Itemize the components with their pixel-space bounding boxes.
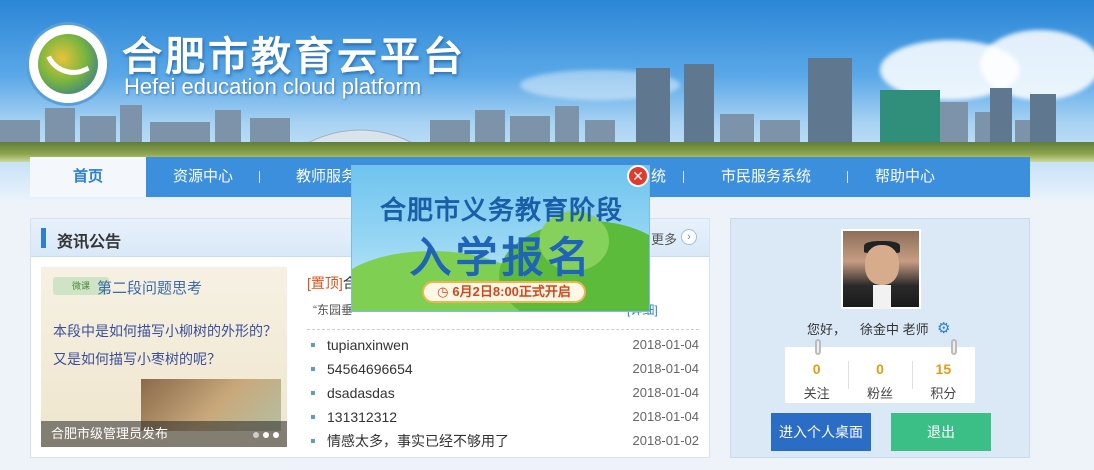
stat-value: 15 xyxy=(935,361,952,377)
close-icon[interactable]: ✕ xyxy=(627,165,649,187)
stat-value: 0 xyxy=(812,361,821,377)
news-list: tupianxinwen 2018-01-04 54564696654 2018-0… xyxy=(307,333,699,453)
gear-icon[interactable]: ⚙ xyxy=(937,319,950,337)
enrollment-popup[interactable]: 合肥市义务教育阶段 入学报名 ◷ 6月2日8:00正式开启 xyxy=(351,165,650,312)
nav-item-label: 首页 xyxy=(72,168,103,185)
list-item[interactable]: 131312312 2018-01-04 xyxy=(307,405,699,429)
pinned-tag: [置顶] xyxy=(307,275,343,291)
user-panel: 您好， 徐金中 老师 ⚙ 0 关注 0 粉丝 15 积分 进入个人桌面 退出 xyxy=(730,218,1030,458)
site-subtitle: Hefei education cloud platform xyxy=(124,74,422,99)
list-item[interactable]: dsadasdas 2018-01-04 xyxy=(307,381,699,405)
popup-title: 合肥市义务教育阶段 xyxy=(379,195,623,225)
carousel-dot[interactable] xyxy=(253,432,259,438)
slide-caption[interactable]: 合肥市级管理员发布 xyxy=(41,421,287,447)
stat-label: 关注 xyxy=(803,386,830,401)
news-item-title: tupianxinwen xyxy=(327,337,409,353)
news-carousel[interactable]: 微课 第二段问题思考 本段中是如何描写小柳树的外形的？又是如何描写小枣树的呢？ … xyxy=(41,267,287,447)
news-panel-title: 资讯公告 xyxy=(57,234,122,251)
nav-item-label: 教师服务 xyxy=(296,168,357,185)
nav-item-label: 资源中心 xyxy=(172,168,233,185)
bullet-icon xyxy=(311,367,315,371)
news-item-date: 2018-01-04 xyxy=(632,409,700,424)
user-role: 老师 xyxy=(902,322,929,337)
bullet-icon xyxy=(311,415,315,419)
news-item-date: 2018-01-02 xyxy=(632,433,700,448)
news-item-title: 54564696654 xyxy=(327,361,413,377)
avatar[interactable] xyxy=(841,229,921,309)
news-item-title: 情感太多，事实已经不够用了 xyxy=(327,433,509,449)
avatar-face xyxy=(865,245,899,285)
more-link[interactable]: 更多 xyxy=(651,229,677,248)
nav-item-label: 市民服务系统 xyxy=(720,168,811,185)
bullet-icon xyxy=(311,391,315,395)
nav-item-resources[interactable]: 资源中心 xyxy=(146,157,260,197)
news-item-title: 131312312 xyxy=(327,409,398,425)
user-name: 徐金中 xyxy=(860,322,900,337)
header-accent-bar xyxy=(41,228,46,248)
user-greeting: 您好， 徐金中 老师 xyxy=(807,319,929,338)
carousel-dot[interactable] xyxy=(273,432,279,438)
stat-label: 积分 xyxy=(930,386,957,401)
list-item[interactable]: 54564696654 2018-01-04 xyxy=(307,357,699,381)
stat-points[interactable]: 15 积分 xyxy=(911,347,975,403)
avatar-shirt xyxy=(873,285,891,309)
bullet-icon xyxy=(311,439,315,443)
clock-icon: ◷ xyxy=(437,284,449,299)
pinned-news-desc: “东园垂 xyxy=(313,303,353,317)
logo[interactable] xyxy=(26,22,110,106)
stat-follow[interactable]: 0 关注 xyxy=(785,347,848,403)
popup-headline: 入学报名 xyxy=(409,234,594,281)
carousel-dots xyxy=(253,432,279,438)
nav-item-help-center[interactable]: 帮助中心 xyxy=(848,157,962,197)
popup-date-badge: ◷ 6月2日8:00正式开启 xyxy=(422,281,586,303)
nav-item-label: 帮助中心 xyxy=(874,168,935,185)
nav-item-home[interactable]: 首页 xyxy=(30,157,146,197)
greeting-text: 您好， xyxy=(807,322,847,337)
stat-label: 粉丝 xyxy=(866,386,893,401)
personal-desktop-button[interactable]: 进入个人桌面 xyxy=(771,413,871,451)
stat-fans[interactable]: 0 粉丝 xyxy=(848,347,911,403)
slide-heading: 第二段问题思考 xyxy=(97,281,203,297)
dashed-divider xyxy=(307,329,699,330)
popup-badge-text: 6月2日8:00正式开启 xyxy=(452,284,571,299)
bullet-icon xyxy=(311,343,315,347)
logout-button[interactable]: 退出 xyxy=(891,413,991,451)
news-item-title: dsadasdas xyxy=(327,385,395,401)
news-item-date: 2018-01-04 xyxy=(632,361,700,376)
list-item[interactable]: 情感太多，事实已经不够用了 2018-01-02 xyxy=(307,429,699,453)
nav-item-citizen-services[interactable]: 市民服务系统 xyxy=(684,157,848,197)
pinned-news-title[interactable]: [置顶]合 xyxy=(307,273,357,293)
news-item-date: 2018-01-04 xyxy=(632,337,700,352)
carousel-dot-active[interactable] xyxy=(263,432,269,438)
chevron-right-icon[interactable]: › xyxy=(681,229,697,245)
slide-body: 本段中是如何描写小柳树的外形的？又是如何描写小枣树的呢？ xyxy=(53,325,277,368)
list-item[interactable]: tupianxinwen 2018-01-04 xyxy=(307,333,699,357)
user-stats: 0 关注 0 粉丝 15 积分 xyxy=(785,339,975,403)
news-item-date: 2018-01-04 xyxy=(632,385,700,400)
stat-value: 0 xyxy=(876,361,884,377)
